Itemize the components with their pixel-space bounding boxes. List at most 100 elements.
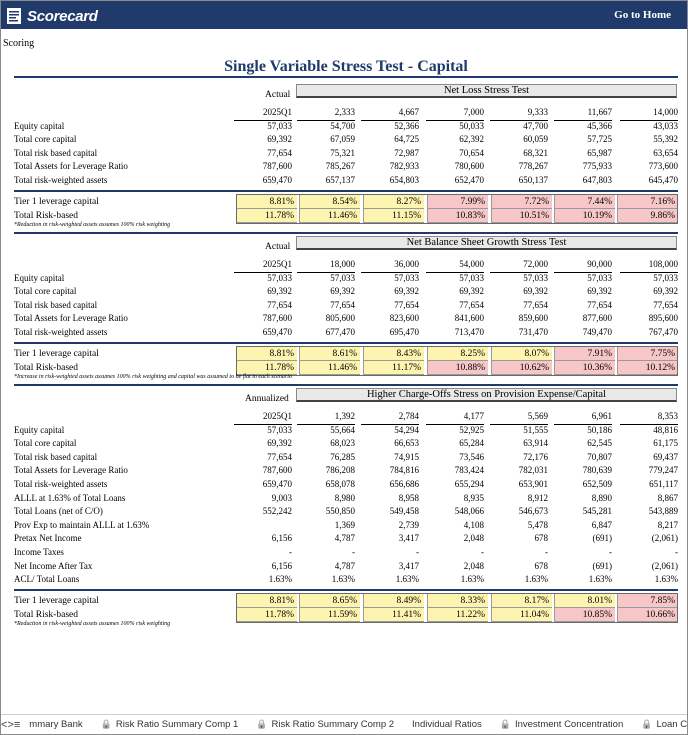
table-cell: 6,847 [591,519,612,530]
table-cell: 786,208 [325,465,355,476]
table-cell: 780,639 [582,465,612,476]
section-basis-label: Annualized [245,394,289,404]
column-header-row: 2025Q1 2,333 4,667 7,000 9,333 11,667 14,000 [14,106,678,121]
table-cell: 8,890 [591,492,612,503]
sheet-tab-label: mmary Bank [29,719,83,730]
table-cell: 62,545 [587,438,612,449]
table-cell: 57,033 [267,272,292,283]
ratio-cell: 8.81% [236,593,297,608]
table-cell: 780,600 [454,161,484,172]
table-cell: 8,958 [398,492,419,503]
row-label: Total risk based capital [14,147,98,158]
table-cell: 779,247 [648,465,678,476]
table-cell: 54,700 [330,120,355,131]
sheet-tab-label: Risk Ratio Summary Comp 1 [115,719,239,730]
capital-ratios: Tier 1 leverage capital 8.81% 8.61% 8.43% 8.… [14,341,678,376]
table-cell: 5,478 [527,519,548,530]
page-title: Single Variable Stress Test - Capital [224,58,468,75]
row-label: Total Assets for Leverage Ratio [14,313,128,324]
table-row: Total core capital 69,392 67,059 64,725 62,3… [14,133,678,147]
breadcrumb: Scoring [3,38,35,49]
go-to-home-link[interactable]: Go to Home [614,9,671,21]
table-cell: 69,437 [653,451,678,462]
section-divider [14,383,678,386]
row-label: Total risk based capital [14,451,98,462]
table-cell: 6,156 [271,533,292,544]
table-cell: 658,078 [325,478,355,489]
ratio-cell: 8.25% [427,346,488,361]
table-cell: 77,654 [267,299,292,310]
table-cell: 60,059 [523,134,548,145]
table-cell: 895,600 [648,313,678,324]
sheet-tab[interactable]: Individual Ratios [403,719,491,730]
table-cell: 548,066 [454,506,484,517]
ratio-cell: 7.99% [427,194,488,209]
table-cell: 57,033 [267,424,292,435]
footnote: *Reduction in risk-weighted assets assum… [14,221,171,228]
table-cell: 859,600 [518,313,548,324]
column-header: 4,177 [426,410,484,425]
table-cell: 52,925 [459,424,484,435]
table-row: Total Assets for Leverage Ratio 787,600 80… [14,312,678,326]
column-header: 2025Q1 [234,258,292,273]
table-cell: 77,654 [330,299,355,310]
table-cell: 782,933 [389,161,419,172]
row-label: Equity capital [14,120,65,131]
table-cell: 57,033 [523,272,548,283]
ratio-cell: 10.36% [554,360,615,375]
table-cell: 69,392 [267,438,292,449]
table-cell: 57,033 [587,272,612,283]
table-cell: 4,787 [334,560,355,571]
table-cell: 69,392 [394,286,419,297]
sheet-tab[interactable]: 🔒 Risk Ratio Summary Comp 1 [92,719,248,730]
table-cell: 1.63% [460,574,484,585]
table-cell: 77,654 [587,299,612,310]
column-header: 2,784 [361,410,419,425]
ratio-cell: 10.88% [427,360,488,375]
ratio-label: Tier 1 leverage capital [14,196,99,207]
sheet-tab[interactable]: mmary Bank [20,719,91,730]
ratio-cell: 8.81% [236,194,297,209]
table-cell: 749,470 [582,326,612,337]
section-divider [14,231,678,234]
table-cell: 69,392 [330,286,355,297]
section-title: Higher Charge-Offs Stress on Provision E… [296,388,677,402]
table-cell: (691) [592,533,613,544]
capital-ratios: Tier 1 leverage capital 8.81% 8.54% 8.27% 7.… [14,189,678,224]
lock-icon: 🔒 [100,719,112,729]
table-cell: 51,555 [523,424,548,435]
page-title-bar: Single Variable Stress Test - Capital [14,56,678,78]
table-cell: 57,033 [330,272,355,283]
table-cell: 77,654 [267,147,292,158]
table-row: Net Income After Tax 6,156 4,787 3,417 2,048… [14,560,678,574]
table-cell: 77,654 [394,299,419,310]
column-header: 2,333 [297,106,355,121]
sheet-tab-label: Loan Co [656,719,687,730]
ratio-cell: 8.33% [427,593,488,608]
table-cell: 65,284 [459,438,484,449]
sheet-tab[interactable]: 🔒Loan Co [632,719,687,730]
table-cell: 77,654 [653,299,678,310]
table-cell: 73,546 [459,451,484,462]
sheet-tab[interactable]: 🔒 Risk Ratio Summary Comp 2 [247,719,403,730]
table-cell: 57,033 [267,120,292,131]
table-cell: 659,470 [262,326,292,337]
column-header: 6,961 [554,410,612,425]
sheet-tab[interactable]: 🔒 Investment Concentration [491,719,632,730]
top-bar: Scorecard Go to Home [1,1,687,29]
table-cell: 69,392 [267,286,292,297]
ratio-cell: 11.17% [363,360,424,375]
ratio-cell: 10.12% [617,360,678,375]
table-row: Total Assets for Leverage Ratio 787,600 78… [14,160,678,174]
ratio-cell: 11.46% [299,360,360,375]
table-cell: 653,901 [518,478,548,489]
table-cell: 678 [534,533,549,544]
table-cell: 1.63% [395,574,419,585]
row-label: Total Loans (net of C/O) [14,506,103,517]
table-cell: 841,600 [454,313,484,324]
logo-text: Scorecard [27,7,98,25]
table-cell: 651,117 [649,478,678,489]
ratio-cell: 11.78% [236,208,297,223]
scorecard-logo[interactable]: Scorecard [6,6,98,26]
table-cell: 4,787 [334,533,355,544]
